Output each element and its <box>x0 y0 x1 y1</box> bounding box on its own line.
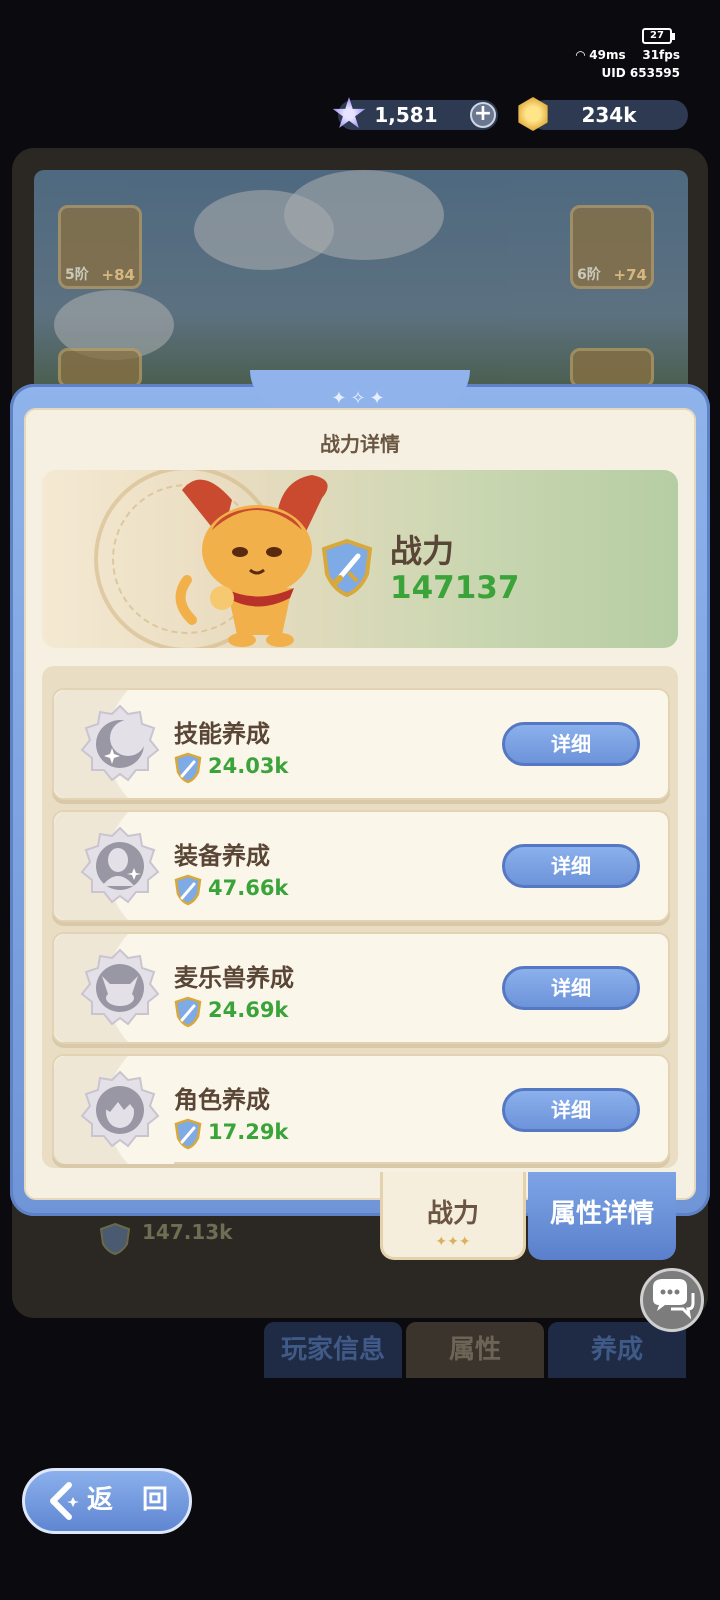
row-title: 技能养成 <box>174 720 270 748</box>
wifi-icon: ◠ <box>575 48 590 62</box>
uid-text: UID 653595 <box>601 66 680 80</box>
tab-player-info[interactable]: 玩家信息 <box>264 1322 402 1378</box>
detail-button-equipment[interactable]: 详细 <box>502 844 640 888</box>
battery-indicator: 27 <box>642 28 675 44</box>
detail-button-skill[interactable]: 详细 <box>502 722 640 766</box>
character-head-icon <box>80 1070 160 1148</box>
chat-button[interactable] <box>640 1268 704 1332</box>
equipment-slot-bow[interactable]: 5阶 +84 <box>58 205 142 289</box>
gold-counter: 234k <box>518 97 688 131</box>
power-shield-icon <box>174 752 202 784</box>
power-shield-icon <box>99 1222 131 1256</box>
power-shield-icon <box>174 1118 202 1150</box>
detail-button-pet[interactable]: 详细 <box>502 966 640 1010</box>
star-gem-icon <box>332 97 366 128</box>
gold-amount: 234k <box>581 103 637 127</box>
row-title: 麦乐兽养成 <box>174 964 294 992</box>
row-power-value: 24.69k <box>208 998 289 1022</box>
plus-icon: + <box>473 101 493 126</box>
gem-counter: 1,581 + <box>332 97 498 130</box>
equip-plus: +74 <box>613 266 647 284</box>
cloud <box>284 170 444 260</box>
star-ornament-icon: ✦✦✦ <box>435 1234 471 1250</box>
power-shield-icon <box>174 874 202 906</box>
equip-tier: 5阶 <box>65 267 89 283</box>
chat-bubble-icon <box>653 1279 695 1320</box>
row-title: 装备养成 <box>174 842 270 870</box>
pet-mascot-image <box>175 475 328 647</box>
ping-text: 49ms <box>589 48 626 62</box>
back-arrow-icon <box>50 1482 79 1520</box>
tab-attributes[interactable]: 属性 <box>406 1322 544 1378</box>
power-shield-icon <box>321 538 373 598</box>
star-ornament-icon: ✦✧✦ <box>331 388 389 409</box>
equipment-slot-helmet[interactable]: 6阶 +74 <box>570 205 654 289</box>
list-item-character: 角色养成 17.29k 详细 <box>52 1054 670 1164</box>
equipment-slot[interactable] <box>58 348 142 388</box>
row-power-value: 47.66k <box>208 876 289 900</box>
modal-title: 战力详情 <box>320 432 400 456</box>
equip-tier: 6阶 <box>577 267 601 283</box>
tab-attribute-details[interactable]: 属性详情 <box>528 1172 676 1260</box>
skill-moon-icon <box>80 704 160 782</box>
status-bar: 27 ◠ 49ms 31fps UID 653595 <box>560 28 680 84</box>
tab-power[interactable]: 战力 ✦✦✦ <box>380 1172 526 1260</box>
row-power-value: 24.03k <box>208 754 289 778</box>
equip-plus: +84 <box>101 266 135 284</box>
list-item-skill: 技能养成 24.03k 详细 <box>52 688 670 800</box>
power-shield-icon <box>174 996 202 1028</box>
fps-text: 31fps <box>642 48 680 62</box>
list-item-equipment: 装备养成 47.66k 详细 <box>52 810 670 922</box>
back-button-label: 返 回 <box>87 1485 179 1515</box>
power-value: 147137 <box>390 570 520 606</box>
add-gems-button[interactable]: + <box>470 102 496 128</box>
tab-power-label: 战力 <box>426 1199 479 1229</box>
background-power-value: 147.13k <box>142 1220 233 1244</box>
row-power-value: 17.29k <box>208 1120 289 1144</box>
detail-button-character[interactable]: 详细 <box>502 1088 640 1132</box>
pet-cat-icon <box>80 948 160 1026</box>
power-label: 战力 <box>390 532 455 570</box>
gem-amount: 1,581 <box>374 103 438 127</box>
back-button[interactable]: 返 回 <box>22 1468 192 1534</box>
row-title: 角色养成 <box>174 1086 270 1114</box>
equipment-slot[interactable] <box>570 348 654 388</box>
network-status: ◠ 49ms 31fps <box>576 48 680 62</box>
list-item-pet: 麦乐兽养成 24.69k 详细 <box>52 932 670 1044</box>
equipment-figure-icon <box>80 826 160 904</box>
gold-coin-icon <box>518 97 548 131</box>
